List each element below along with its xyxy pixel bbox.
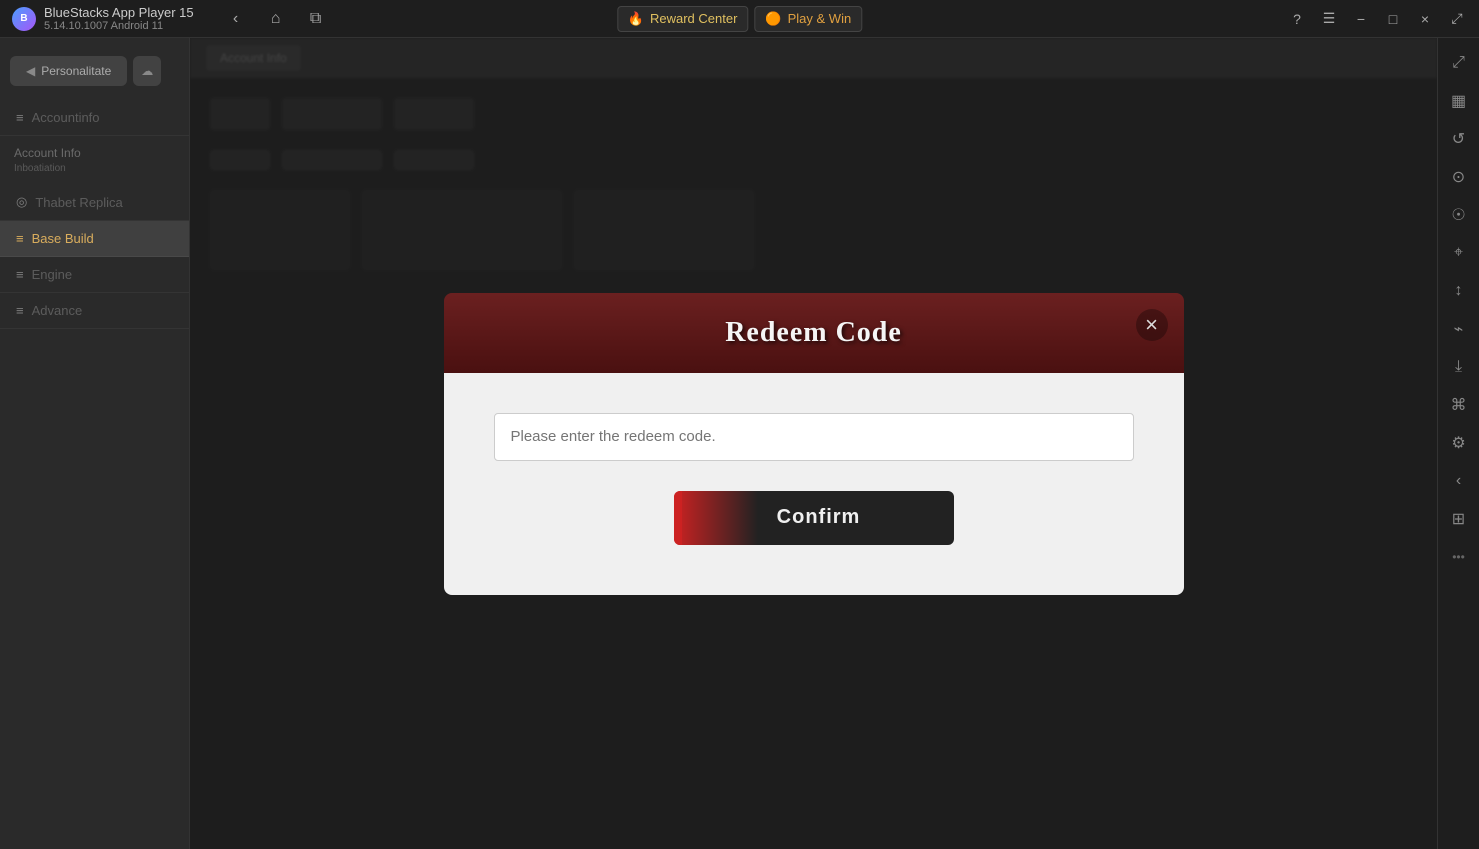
right-btn-record[interactable]: ☉	[1442, 198, 1476, 232]
minimize-button[interactable]: −	[1347, 5, 1375, 33]
circle-icon: ◎	[16, 194, 27, 210]
sidebar-label-advance: Advance	[32, 303, 83, 318]
title-bar-center: 🔥 Reward Center 🟠 Play & Win	[617, 6, 862, 32]
back-arrow-icon: ◀	[26, 64, 35, 78]
maximize-button[interactable]: □	[1379, 5, 1407, 33]
menu-button[interactable]: ☰	[1315, 5, 1343, 33]
reward-center-label: Reward Center	[650, 11, 737, 26]
confirm-btn-label: Confirm	[777, 506, 861, 529]
sidebar-item-engine[interactable]: ≡ Engine	[0, 257, 189, 293]
sidebar-top-btn1[interactable]: ◀ Personalitate	[10, 56, 127, 86]
right-btn-stream[interactable]: ⌁	[1442, 312, 1476, 346]
app-version: 5.14.10.1007 Android 11	[44, 20, 194, 32]
sidebar-top-btn2[interactable]: ☁	[133, 56, 161, 86]
modal-body: Confirm	[444, 373, 1184, 595]
app-info: BlueStacks App Player 15 5.14.10.1007 An…	[44, 5, 194, 32]
right-btn-resize[interactable]: ↕	[1442, 274, 1476, 308]
play-win-button[interactable]: 🟠 Play & Win	[754, 6, 862, 32]
sidebar-label-accountinfo: Accountinfo	[32, 110, 100, 125]
title-bar: B BlueStacks App Player 15 5.14.10.1007 …	[0, 0, 1479, 38]
modal-close-button[interactable]: ×	[1136, 309, 1168, 341]
sidebar-item-accountinfo[interactable]: ≡ Accountinfo	[0, 100, 189, 136]
right-btn-expand[interactable]: ⤢	[1442, 46, 1476, 80]
personalize-label: Personalitate	[41, 64, 111, 78]
list-icon: ≡	[16, 110, 24, 125]
tabs-button[interactable]: ⧉	[302, 5, 330, 33]
right-btn-more[interactable]: •••	[1442, 540, 1476, 574]
sidebar-item-thabet[interactable]: ◎ Thabet Replica	[0, 184, 189, 221]
app-title: BlueStacks App Player 15	[44, 5, 194, 20]
home-button[interactable]: ⌂	[262, 5, 290, 33]
nav-buttons: ‹ ⌂ ⧉	[222, 5, 330, 33]
left-sidebar: ◀ Personalitate ☁ ≡ Accountinfo Account …	[0, 38, 190, 849]
close-button[interactable]: ×	[1411, 5, 1439, 33]
right-btn-macro[interactable]: ⌘	[1442, 388, 1476, 422]
app-logo: B	[12, 7, 36, 31]
right-sidebar: ⤢ ▦ ↺ ⊙ ☉ ⌖ ↕ ⌁ ⤓ ⌘ ⚙ ‹ ⊞ •••	[1437, 38, 1479, 849]
right-btn-settings[interactable]: ⚙	[1442, 426, 1476, 460]
sidebar-label-thabet: Thabet Replica	[35, 195, 122, 210]
modal-title: Redeem Code	[725, 317, 902, 349]
sidebar-item-advance[interactable]: ≡ Advance	[0, 293, 189, 329]
redeem-code-input[interactable]	[494, 413, 1134, 461]
restore-button[interactable]: ⤢	[1443, 5, 1471, 33]
right-btn-collapse[interactable]: ‹	[1442, 464, 1476, 498]
right-btn-refresh[interactable]: ↺	[1442, 122, 1476, 156]
help-button[interactable]: ?	[1283, 5, 1311, 33]
reward-center-icon: 🔥	[628, 11, 644, 27]
main-area: ◀ Personalitate ☁ ≡ Accountinfo Account …	[0, 38, 1479, 849]
window-controls: ? ☰ − □ × ⤢	[1275, 5, 1479, 33]
cloud-icon: ☁	[141, 64, 153, 78]
modal-header: Redeem Code ×	[444, 293, 1184, 373]
play-win-label: Play & Win	[788, 11, 852, 26]
list4-icon: ≡	[16, 303, 24, 318]
account-info-sub: Account InfoInboatiation	[0, 136, 189, 184]
play-win-icon: 🟠	[765, 11, 781, 27]
sidebar-item-base-build[interactable]: ≡ Base Build	[0, 221, 189, 257]
sidebar-label-engine: Engine	[32, 267, 72, 282]
list3-icon: ≡	[16, 267, 24, 282]
list2-icon: ≡	[16, 231, 24, 246]
redeem-code-modal: Redeem Code × Confirm	[444, 293, 1184, 595]
confirm-btn-stripe	[674, 491, 682, 545]
content-area: Account Info Redeem C	[190, 38, 1437, 849]
right-btn-grid[interactable]: ▦	[1442, 84, 1476, 118]
right-btn-screenshot[interactable]: ⌖	[1442, 236, 1476, 270]
reward-center-button[interactable]: 🔥 Reward Center	[617, 6, 749, 32]
confirm-button[interactable]: Confirm	[674, 491, 954, 545]
right-btn-multiinstance[interactable]: ⊞	[1442, 502, 1476, 536]
right-btn-camera[interactable]: ⊙	[1442, 160, 1476, 194]
sidebar-label-base-build: Base Build	[32, 231, 94, 246]
back-button[interactable]: ‹	[222, 5, 250, 33]
right-btn-download[interactable]: ⤓	[1442, 350, 1476, 384]
